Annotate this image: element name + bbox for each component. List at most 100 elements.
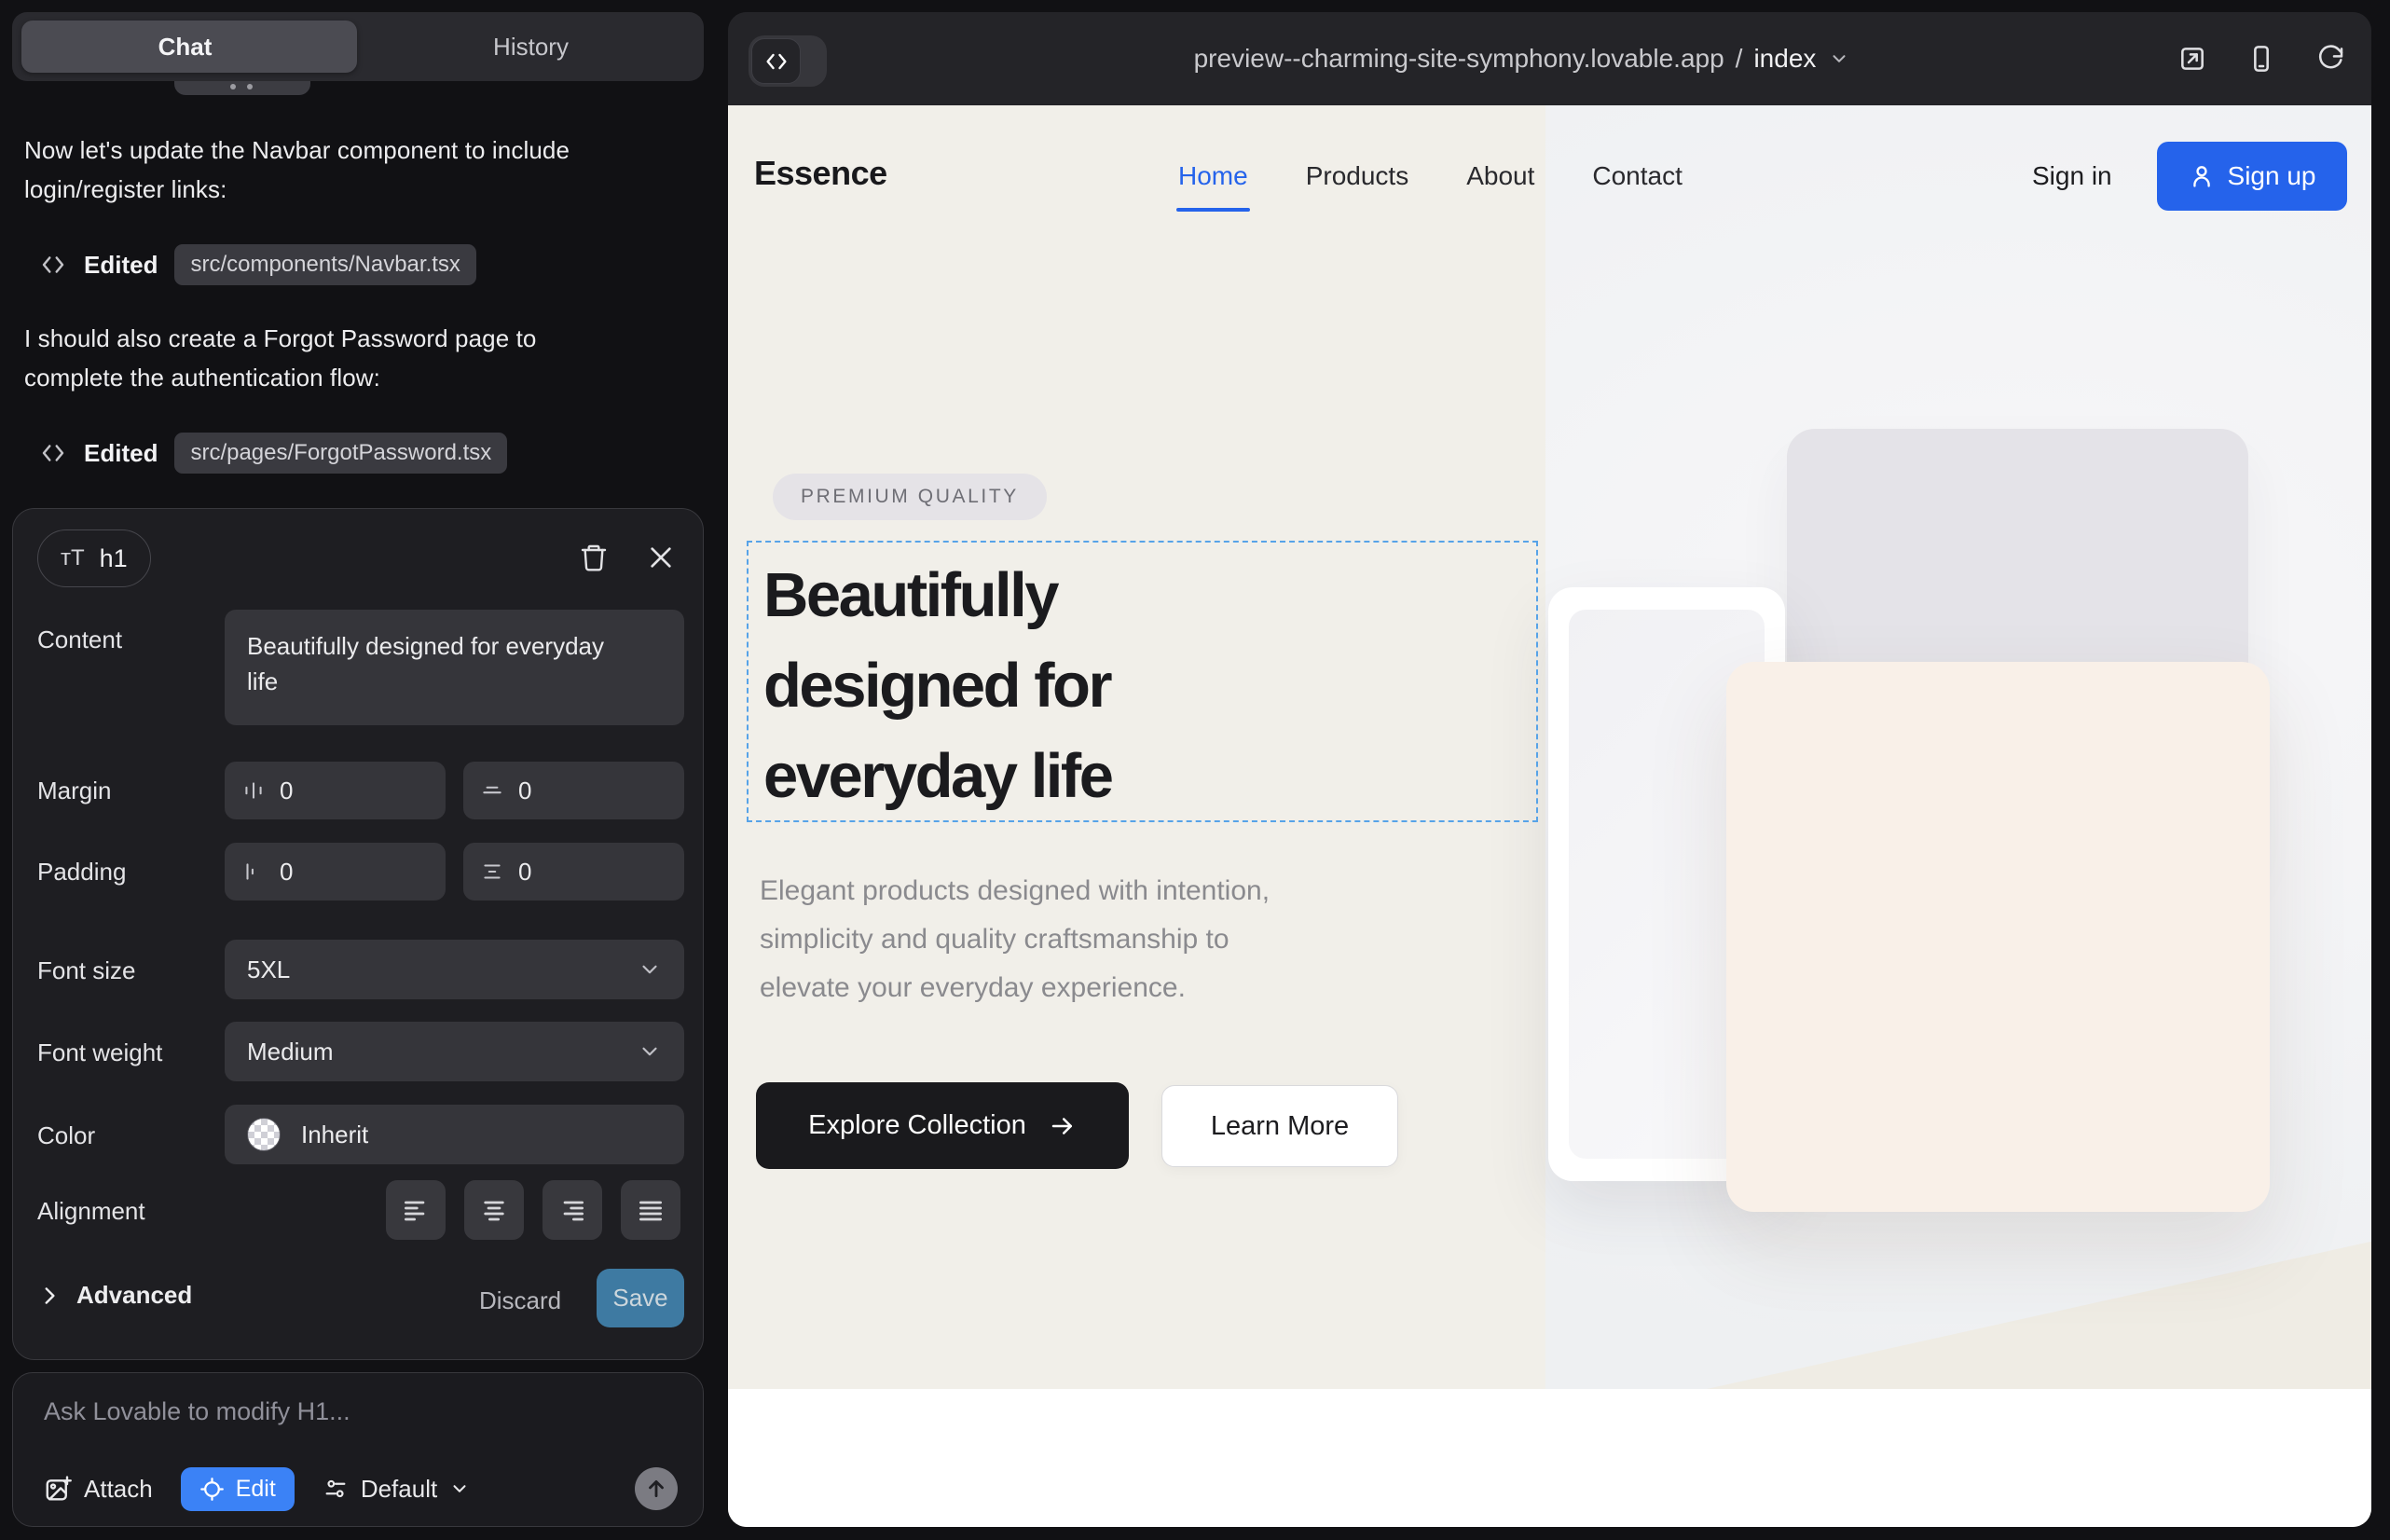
align-justify-icon [636,1195,666,1225]
mobile-device-icon [2246,44,2276,74]
external-link-icon [2177,44,2207,74]
scrolled-chip-partial [174,81,310,95]
tab-chat[interactable]: Chat [12,33,358,62]
font-weight-select[interactable]: Medium [225,1022,684,1081]
advanced-toggle[interactable]: Advanced [37,1281,192,1310]
margin-x-value: 0 [280,777,293,805]
mobile-view-button[interactable] [2246,44,2276,74]
transparency-swatch-icon [247,1118,281,1151]
hero-paragraph: Elegant products designed with intention… [760,867,1270,1012]
padding-vertical-icon [480,859,504,884]
chevron-down-icon [638,1039,662,1064]
dot-icon [230,84,236,89]
element-tag-label: h1 [100,544,128,573]
color-label: Color [37,1121,95,1150]
nav-link-products[interactable]: Products [1306,161,1409,191]
user-icon [2189,163,2215,189]
selected-element-tag: тT h1 [37,529,151,587]
font-weight-label: Font weight [37,1038,162,1067]
composer-input[interactable]: Ask Lovable to modify H1... [44,1397,350,1426]
content-input[interactable]: Beautifully designed for everyday life [225,610,684,725]
align-right-button[interactable] [543,1180,602,1240]
attach-image-icon [44,1475,72,1503]
align-justify-button[interactable] [621,1180,680,1240]
paragraph-line: Elegant products designed with intention… [760,867,1270,915]
refresh-button[interactable] [2315,44,2345,74]
save-button[interactable]: Save [597,1269,684,1327]
content-label: Content [37,626,122,654]
text-type-icon: тT [61,545,85,571]
code-icon [39,439,67,467]
attach-label: Attach [84,1475,153,1504]
arrow-up-icon [644,1477,668,1501]
send-button[interactable] [635,1467,678,1510]
sliders-icon [323,1476,349,1502]
font-weight-value: Medium [247,1038,333,1066]
edited-label: Edited [84,251,158,280]
headline-line: designed for [763,640,1112,731]
preview-path: index [1753,44,1816,74]
explore-collection-button[interactable]: Explore Collection [756,1082,1129,1169]
site-logo[interactable]: Essence [754,154,887,193]
alignment-label: Alignment [37,1197,145,1226]
align-left-icon [401,1195,431,1225]
learn-more-button[interactable]: Learn More [1161,1085,1398,1167]
preview-toolbar: preview--charming-site-symphony.lovable.… [728,12,2371,105]
nav-link-home[interactable]: Home [1178,161,1248,191]
font-size-label: Font size [37,956,136,985]
chat-composer: Ask Lovable to modify H1... Attach Edit [12,1372,704,1527]
chat-sidebar: Chat History Now let's update the Navbar… [0,0,725,1540]
content-value: Beautifully designed for everyday life [247,628,629,699]
sidebar-tab-bar: Chat History [12,12,704,81]
color-value: Inherit [301,1121,368,1149]
cta-primary-label: Explore Collection [808,1110,1026,1141]
tab-history[interactable]: History [358,33,704,62]
arrow-right-icon [1049,1112,1077,1140]
decorative-card-cream [1726,662,2270,1212]
nav-link-about[interactable]: About [1466,161,1534,191]
refresh-icon [2315,44,2345,74]
align-left-button[interactable] [386,1180,446,1240]
edit-mode-button[interactable]: Edit [181,1467,295,1511]
margin-label: Margin [37,777,111,805]
font-size-select[interactable]: 5XL [225,940,684,999]
rendered-site: Essence Home Products About Contact Sign… [728,105,2371,1527]
assistant-message: I should also create a Forgot Password p… [24,319,584,397]
crosshair-icon [199,1477,225,1502]
chevron-right-icon [37,1284,62,1308]
attach-button[interactable]: Attach [44,1475,153,1504]
file-chip[interactable]: src/pages/ForgotPassword.tsx [174,433,507,474]
delete-element-button[interactable] [573,537,614,578]
padding-x-input[interactable]: 0 [225,843,446,901]
margin-y-input[interactable]: 0 [463,762,684,819]
preview-domain: preview--charming-site-symphony.lovable.… [1194,44,1724,74]
premium-quality-badge: PREMIUM QUALITY [773,474,1047,520]
sign-up-label: Sign up [2228,161,2316,191]
align-right-icon [557,1195,587,1225]
margin-x-input[interactable]: 0 [225,762,446,819]
preview-actions [2177,12,2345,105]
nav-link-contact[interactable]: Contact [1592,161,1683,191]
address-bar[interactable]: preview--charming-site-symphony.lovable.… [728,12,2343,105]
align-center-button[interactable] [464,1180,524,1240]
headline-line: everyday life [763,731,1112,821]
margin-y-value: 0 [518,777,531,805]
close-inspector-button[interactable] [640,537,681,578]
file-chip[interactable]: src/components/Navbar.tsx [174,244,475,285]
sign-up-button[interactable]: Sign up [2157,142,2347,211]
composer-toolbar: Attach Edit Default [44,1464,470,1513]
chevron-down-icon [638,957,662,982]
hero-headline-selected[interactable]: Beautifully designed for everyday life [763,550,1112,821]
padding-y-value: 0 [518,858,531,887]
mode-selector[interactable]: Default [323,1475,470,1504]
chevron-down-icon [449,1478,470,1499]
color-select[interactable]: Inherit [225,1105,684,1164]
sign-in-button[interactable]: Sign in [2032,161,2112,191]
discard-button[interactable]: Discard [479,1286,561,1315]
padding-y-input[interactable]: 0 [463,843,684,901]
font-size-value: 5XL [247,956,290,984]
paragraph-line: elevate your everyday experience. [760,964,1270,1012]
open-in-new-tab-button[interactable] [2177,44,2207,74]
dot-icon [247,84,253,89]
advanced-label: Advanced [76,1281,192,1310]
